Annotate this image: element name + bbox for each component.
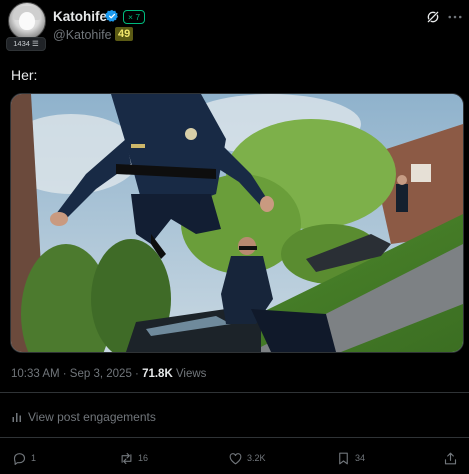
avatar-badge: 1434 ☰ [6, 37, 46, 51]
post-text: Her: [11, 67, 38, 83]
like-icon [229, 452, 242, 464]
views-count: 71.8K [142, 368, 173, 380]
reply-button[interactable]: 1 [12, 450, 36, 466]
post-timestamp[interactable]: 10:33 AM · Sep 3, 2025 · 71.8K Views [11, 368, 206, 380]
like-button[interactable]: 3.2K [228, 450, 266, 466]
post-time[interactable]: 10:33 AM · Sep 3, 2025 · [11, 368, 142, 380]
reply-icon [13, 452, 26, 465]
verified-icon [105, 9, 118, 22]
handle-badge: 49 [115, 27, 134, 41]
post-media[interactable] [10, 93, 464, 353]
share-icon [444, 452, 457, 464]
display-name[interactable]: Katohife [53, 9, 107, 24]
view-engagements-link[interactable]: View post engagements [11, 410, 156, 424]
engagements-icon [12, 413, 21, 422]
affiliation-badge[interactable]: × 7 [123, 10, 146, 24]
repost-button[interactable]: 16 [119, 450, 148, 466]
more-icon[interactable] [448, 12, 462, 22]
divider [0, 392, 469, 393]
views-label: Views [172, 368, 207, 380]
grok-icon[interactable] [425, 9, 441, 25]
share-button[interactable] [443, 450, 458, 466]
repost-icon [121, 452, 132, 464]
bookmark-button[interactable]: 34 [336, 450, 365, 466]
bookmark-count: 34 [355, 453, 366, 463]
engagements-label[interactable]: View post engagements [28, 410, 156, 424]
avatar-image[interactable] [8, 2, 46, 40]
like-count: 3.2K [247, 453, 266, 463]
divider [0, 437, 469, 438]
bookmark-icon [339, 452, 348, 464]
avatar[interactable]: 1434 ☰ [6, 2, 46, 51]
reply-count: 1 [31, 453, 37, 463]
handle[interactable]: @Katohife [53, 28, 112, 42]
repost-count: 16 [138, 453, 149, 463]
media-image [11, 94, 463, 352]
